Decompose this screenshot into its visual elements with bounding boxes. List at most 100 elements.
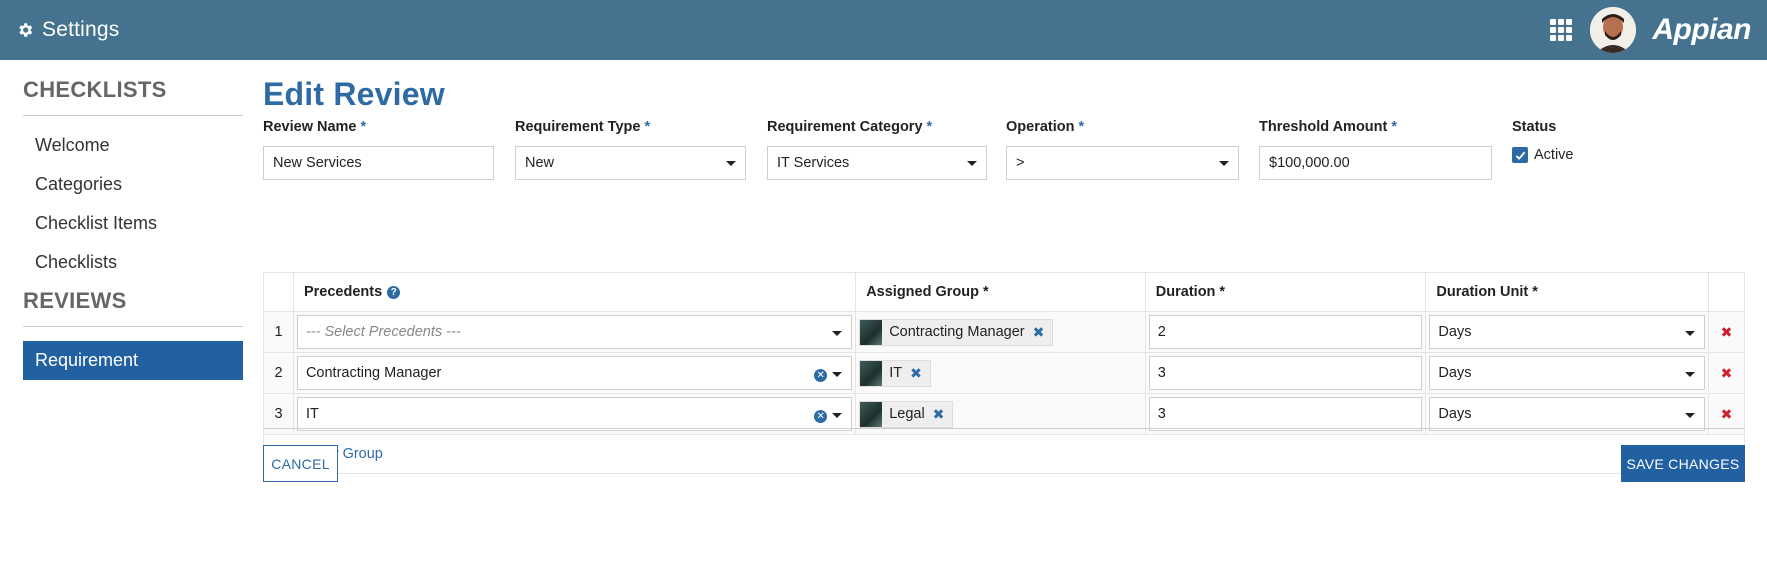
review-groups-grid: Precedents ? Assigned Group * Duration *… bbox=[263, 272, 1745, 474]
duration-unit-select[interactable]: Days bbox=[1429, 315, 1706, 349]
grid-header-duration-unit: Duration Unit * bbox=[1426, 273, 1710, 311]
chevron-down-icon bbox=[1685, 372, 1696, 377]
requirement-type-field: Requirement Type * New bbox=[515, 119, 746, 180]
appian-logo: Appian bbox=[1652, 13, 1751, 46]
delete-row-icon[interactable]: ✖ bbox=[1721, 324, 1733, 341]
requirement-type-value: New bbox=[525, 155, 555, 171]
chevron-down-icon bbox=[967, 161, 977, 166]
sidebar-item-welcome[interactable]: Welcome bbox=[23, 126, 243, 165]
duration-input[interactable]: 3 bbox=[1148, 397, 1423, 431]
review-name-input[interactable]: New Services bbox=[263, 146, 494, 180]
delete-row-icon[interactable]: ✖ bbox=[1721, 365, 1733, 382]
avatar[interactable] bbox=[1590, 7, 1637, 53]
requirement-type-select[interactable]: New bbox=[515, 146, 746, 180]
grid-header-row: Precedents ? Assigned Group * Duration *… bbox=[264, 273, 1744, 312]
status-value: Active bbox=[1534, 147, 1574, 163]
threshold-amount-input[interactable]: $100,000.00 bbox=[1259, 146, 1492, 180]
sidebar: CHECKLISTS Welcome Categories Checklist … bbox=[23, 60, 243, 380]
review-name-value: New Services bbox=[273, 155, 362, 171]
group-tag-label: Legal bbox=[889, 406, 925, 422]
requirement-type-label: Requirement Type bbox=[515, 119, 641, 135]
sidebar-item-requirement[interactable]: Requirement bbox=[23, 341, 243, 380]
remove-tag-icon[interactable]: ✖ bbox=[933, 406, 945, 423]
table-row: 2 Contracting Manager ✕ IT ✖ 3 Days ✖ bbox=[264, 353, 1744, 394]
gear-icon bbox=[19, 23, 33, 37]
help-icon[interactable]: ? bbox=[387, 285, 401, 299]
requirement-category-select[interactable]: IT Services bbox=[767, 146, 987, 180]
save-changes-button[interactable]: SAVE CHANGES bbox=[1621, 445, 1745, 482]
requirement-category-field: Requirement Category * IT Services bbox=[767, 119, 987, 180]
chevron-down-icon bbox=[726, 161, 736, 166]
row-number: 1 bbox=[264, 312, 294, 352]
review-name-field: Review Name * New Services bbox=[263, 119, 494, 180]
duration-unit-select[interactable]: Days bbox=[1429, 397, 1706, 431]
required-mark: * bbox=[1078, 119, 1085, 135]
delete-row-icon[interactable]: ✖ bbox=[1721, 406, 1733, 423]
group-tag-label: IT bbox=[889, 365, 903, 381]
duration-unit-select[interactable]: Days bbox=[1429, 356, 1706, 390]
group-tag-label: Contracting Manager bbox=[889, 324, 1025, 340]
page-title: Edit Review bbox=[263, 76, 445, 112]
checkmark-icon bbox=[1515, 151, 1525, 160]
operation-select[interactable]: > bbox=[1006, 146, 1239, 180]
duration-value: 3 bbox=[1157, 406, 1166, 422]
precedents-placeholder: --- Select Precedents --- bbox=[305, 324, 461, 340]
main-content: Edit Review Review Name * New Services R… bbox=[263, 60, 1745, 482]
cancel-button[interactable]: CANCEL bbox=[263, 445, 338, 482]
duration-input[interactable]: 3 bbox=[1148, 356, 1423, 390]
chevron-down-icon bbox=[1685, 331, 1696, 336]
review-name-label: Review Name bbox=[263, 119, 357, 135]
operation-value: > bbox=[1016, 155, 1025, 171]
grid-header-delete bbox=[1709, 273, 1744, 311]
chevron-down-icon bbox=[832, 372, 843, 377]
active-checkbox[interactable] bbox=[1512, 147, 1528, 163]
precedents-select[interactable]: IT ✕ bbox=[296, 397, 853, 431]
chevron-down-icon bbox=[832, 413, 843, 418]
sidebar-heading-checklists: CHECKLISTS bbox=[23, 60, 243, 116]
grid-header-precedents: Precedents ? bbox=[294, 273, 857, 311]
review-form: Review Name * New Services Requirement T… bbox=[263, 119, 1745, 180]
precedents-select[interactable]: --- Select Precedents --- bbox=[296, 315, 853, 349]
remove-tag-icon[interactable]: ✖ bbox=[1033, 324, 1045, 341]
row-number: 2 bbox=[264, 353, 294, 393]
app-grid-icon[interactable] bbox=[1550, 19, 1573, 41]
clear-icon[interactable]: ✕ bbox=[814, 369, 828, 382]
threshold-amount-value: $100,000.00 bbox=[1269, 155, 1350, 171]
requirement-category-value: IT Services bbox=[777, 155, 850, 171]
duration-input[interactable]: 2 bbox=[1148, 315, 1423, 349]
table-row: 1 --- Select Precedents --- Contracting … bbox=[264, 312, 1744, 353]
grid-header-num bbox=[264, 273, 294, 311]
sidebar-item-checklists[interactable]: Checklists bbox=[23, 243, 243, 282]
group-tag: IT ✖ bbox=[859, 359, 931, 387]
sidebar-item-categories[interactable]: Categories bbox=[23, 165, 243, 204]
header-brand[interactable]: Settings bbox=[16, 18, 119, 42]
operation-label: Operation bbox=[1006, 119, 1075, 135]
remove-tag-icon[interactable]: ✖ bbox=[910, 365, 922, 382]
divider bbox=[263, 428, 1745, 429]
clear-icon[interactable]: ✕ bbox=[814, 410, 828, 423]
grid-header-assigned-group: Assigned Group * bbox=[856, 273, 1146, 311]
required-mark: * bbox=[644, 119, 651, 135]
duration-value: 2 bbox=[1157, 324, 1166, 340]
required-mark: * bbox=[360, 119, 367, 135]
precedents-select[interactable]: Contracting Manager ✕ bbox=[296, 356, 853, 390]
group-tag: Contracting Manager ✖ bbox=[859, 318, 1054, 346]
threshold-amount-field: Threshold Amount * $100,000.00 bbox=[1259, 119, 1492, 180]
group-tag: Legal ✖ bbox=[859, 400, 954, 428]
status-field: Status Active bbox=[1512, 119, 1632, 163]
duration-unit-value: Days bbox=[1438, 406, 1472, 422]
sidebar-item-checklist-items[interactable]: Checklist Items bbox=[23, 204, 243, 243]
requirement-category-label: Requirement Category bbox=[767, 119, 923, 135]
grid-header-duration: Duration * bbox=[1146, 273, 1427, 311]
group-image-icon bbox=[860, 401, 883, 427]
operation-field: Operation * > bbox=[1006, 119, 1239, 180]
chevron-down-icon bbox=[832, 331, 843, 336]
precedents-header-label: Precedents bbox=[303, 284, 383, 300]
duration-value: 3 bbox=[1157, 365, 1166, 381]
add-review-group-link[interactable]: + Review Group bbox=[264, 435, 1744, 473]
chevron-down-icon bbox=[1685, 413, 1696, 418]
threshold-amount-label: Threshold Amount bbox=[1259, 119, 1388, 135]
status-label: Status bbox=[1512, 119, 1557, 135]
duration-unit-value: Days bbox=[1438, 324, 1472, 340]
duration-unit-value: Days bbox=[1438, 365, 1472, 381]
